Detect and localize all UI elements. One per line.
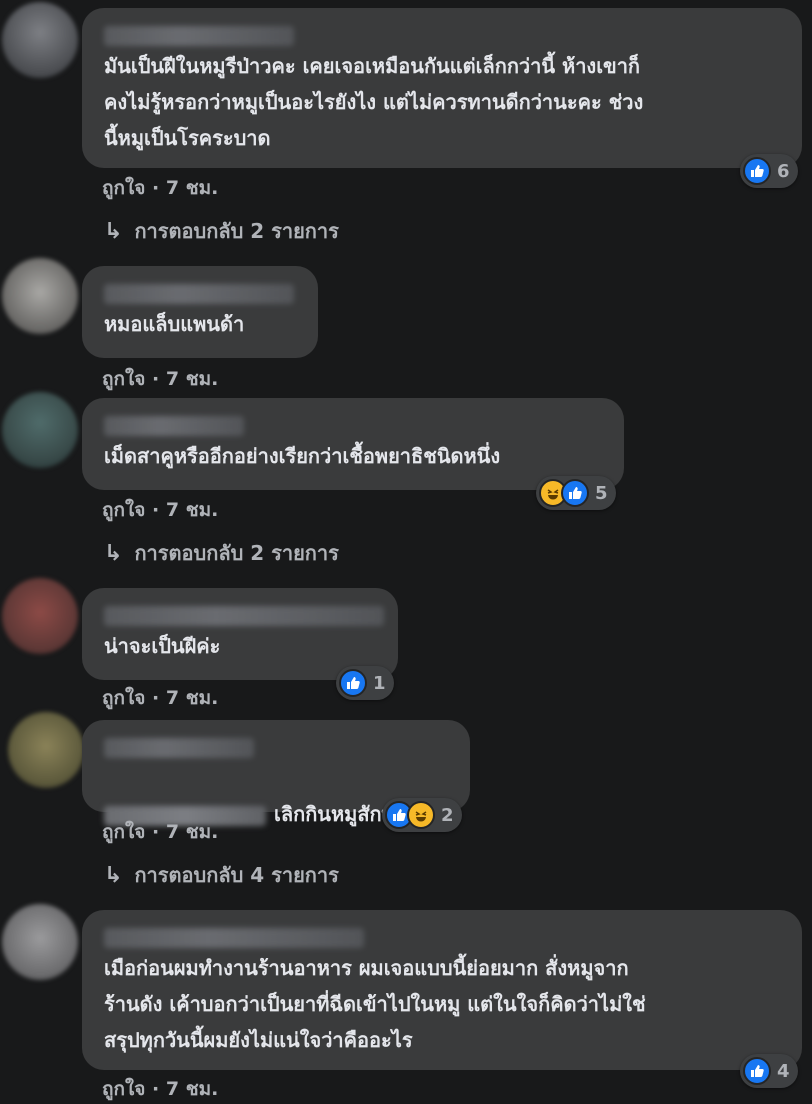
reaction-count: 6 — [777, 160, 790, 182]
comment-bubble: เม็ดสาคูหรืออีกอย่างเรียกว่าเชื้อพยาธิชน… — [82, 398, 624, 490]
like-action[interactable]: ถูกใจ — [102, 821, 145, 843]
reply-arrow-icon: ↳ — [104, 540, 123, 566]
reply-arrow-icon: ↳ — [104, 862, 123, 888]
like-action[interactable]: ถูกใจ — [102, 177, 145, 199]
reaction-count: 5 — [595, 482, 608, 504]
comment-text: เม็ดสาคูหรืออีกอย่างเรียกว่าเชื้อพยาธิชน… — [104, 444, 501, 468]
avatar[interactable] — [2, 392, 78, 468]
comment-timestamp[interactable]: · 7 ชม. — [152, 821, 218, 843]
comment-actions: ถูกใจ · 7 ชม. — [102, 683, 218, 713]
like-icon — [743, 1057, 771, 1085]
comment-bubble: หมอแล็บแพนด้า — [82, 266, 318, 358]
reaction-summary[interactable]: 4 — [740, 1054, 798, 1088]
avatar[interactable] — [2, 258, 78, 334]
like-action[interactable]: ถูกใจ — [102, 368, 145, 390]
comment-bubble: เมือก่อนผมทำงานร้านอาหาร ผมเจอแบบนี้ย่อย… — [82, 910, 802, 1070]
comment-text: น่าจะเป็นฝีค่ะ — [104, 634, 221, 658]
reaction-summary[interactable]: 6 — [740, 154, 798, 188]
comment-text: หมอแล็บแพนด้า — [104, 312, 245, 336]
view-replies-label: การตอบกลับ 4 รายการ — [134, 863, 339, 887]
comment-text: มันเป็นฝีในหมูรีป่าวคะ เคยเจอเหมือนกันแต… — [104, 54, 644, 150]
avatar[interactable] — [2, 2, 78, 78]
comment-actions: ถูกใจ · 7 ชม. — [102, 495, 218, 525]
comment-timestamp[interactable]: · 7 ชม. — [152, 687, 218, 709]
like-icon — [561, 479, 589, 507]
reaction-summary[interactable]: 2 — [382, 798, 462, 832]
reply-arrow-icon: ↳ — [104, 218, 123, 244]
reaction-summary[interactable]: 1 — [336, 666, 394, 700]
comment-timestamp[interactable]: · 7 ชม. — [152, 499, 218, 521]
like-action[interactable]: ถูกใจ — [102, 1078, 145, 1100]
comment-actions: ถูกใจ · 7 ชม. — [102, 817, 218, 847]
comment-timestamp[interactable]: · 7 ชม. — [152, 368, 218, 390]
comment-author-name[interactable] — [104, 26, 294, 46]
comment-author-name[interactable] — [104, 416, 244, 436]
view-replies-label: การตอบกลับ 2 รายการ — [134, 219, 339, 243]
view-replies[interactable]: ↳ การตอบกลับ 2 รายการ — [104, 215, 339, 247]
like-action[interactable]: ถูกใจ — [102, 687, 145, 709]
comment-actions: ถูกใจ · 7 ชม. — [102, 364, 218, 394]
comment-actions: ถูกใจ · 7 ชม. — [102, 173, 218, 203]
comment-author-name[interactable] — [104, 606, 384, 626]
comment-timestamp[interactable]: · 7 ชม. — [152, 1078, 218, 1100]
comment-bubble: มันเป็นฝีในหมูรีป่าวคะ เคยเจอเหมือนกันแต… — [82, 8, 802, 168]
reaction-count: 2 — [441, 804, 454, 826]
reaction-count: 1 — [373, 672, 386, 694]
reaction-count: 4 — [777, 1060, 790, 1082]
avatar[interactable] — [2, 578, 78, 654]
haha-icon — [407, 801, 435, 829]
comment-author-name[interactable] — [104, 738, 254, 758]
like-icon — [339, 669, 367, 697]
like-icon — [743, 157, 771, 185]
view-replies-label: การตอบกลับ 2 รายการ — [134, 541, 339, 565]
comment-author-name[interactable] — [104, 928, 364, 948]
comment-actions: ถูกใจ · 7 ชม. — [102, 1074, 218, 1104]
view-replies[interactable]: ↳ การตอบกลับ 4 รายการ — [104, 859, 339, 891]
comment-text: เมือก่อนผมทำงานร้านอาหาร ผมเจอแบบนี้ย่อย… — [104, 956, 646, 1052]
view-replies[interactable]: ↳ การตอบกลับ 2 รายการ — [104, 537, 339, 569]
reaction-summary[interactable]: 5 — [536, 476, 616, 510]
comment-author-name[interactable] — [104, 284, 294, 304]
comment-timestamp[interactable]: · 7 ชม. — [152, 177, 218, 199]
avatar[interactable] — [8, 712, 84, 788]
like-action[interactable]: ถูกใจ — [102, 499, 145, 521]
avatar[interactable] — [2, 904, 78, 980]
